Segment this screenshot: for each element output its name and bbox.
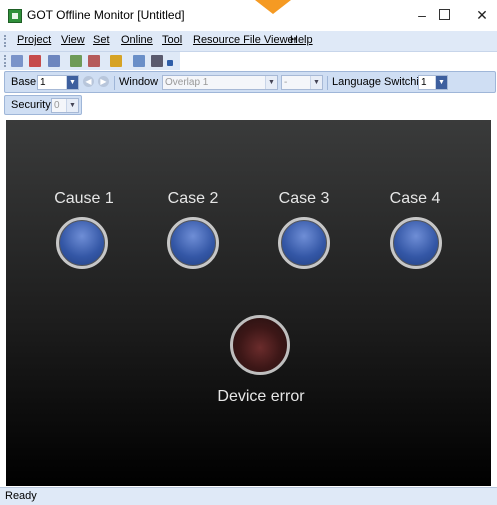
orange-arrow-marker <box>255 0 291 14</box>
toolbar-separator <box>114 76 115 90</box>
security-toolbar: Security 0 ▼ <box>4 95 82 115</box>
base-select[interactable]: 1 ▼ <box>37 75 79 90</box>
toolbar-separator <box>327 76 328 90</box>
window-sub-value: - <box>284 77 288 88</box>
icon-toolbar <box>0 52 180 70</box>
close-button[interactable]: ✕ <box>460 0 497 31</box>
capture-icon[interactable] <box>133 55 145 67</box>
chevron-down-icon: ▼ <box>435 76 447 89</box>
app-icon[interactable] <box>8 9 22 23</box>
base-value: 1 <box>40 77 46 88</box>
indicator-lamp-cause-1[interactable] <box>56 217 108 269</box>
screen-stop-icon[interactable] <box>29 55 41 67</box>
monitor-screen: Cause 1 Case 2 Case 3 Case 4 Device erro… <box>6 120 491 486</box>
indicator-lamp-case-2[interactable] <box>167 217 219 269</box>
language-switching-select[interactable]: 1 ▼ <box>418 75 448 90</box>
chevron-down-icon: ▼ <box>66 99 78 112</box>
indicator-label-case-4: Case 4 <box>389 190 441 207</box>
menu-item-project[interactable]: Project <box>17 34 51 46</box>
toolbar-options-icon[interactable] <box>167 60 173 66</box>
window-select[interactable]: Overlap 1 ▼ <box>162 75 278 90</box>
maximize-icon <box>438 9 450 20</box>
menu-item-set[interactable]: Set <box>93 34 110 46</box>
indicator-label-cause-1: Cause 1 <box>54 190 114 207</box>
device-error-lamp[interactable] <box>230 315 290 375</box>
base-label: Base <box>11 76 37 88</box>
forward-icon[interactable]: ▶ <box>98 76 109 87</box>
security-value: 0 <box>54 100 60 111</box>
menu-item-help[interactable]: Help <box>290 34 313 46</box>
chevron-down-icon: ▼ <box>265 76 277 89</box>
close-icon: ✕ <box>476 7 488 23</box>
menu-item-resource-file-viewer[interactable]: Resource File Viewer <box>193 34 297 46</box>
language-value: 1 <box>421 77 427 88</box>
window-value: Overlap 1 <box>165 77 209 88</box>
menu-item-view[interactable]: View <box>61 34 85 46</box>
indicator-label-case-2: Case 2 <box>167 190 219 207</box>
language-switching-label: Language Switching <box>332 76 432 88</box>
menu-grip-handle[interactable] <box>4 35 8 47</box>
security-select[interactable]: 0 ▼ <box>51 98 79 113</box>
device-error-label: Device error <box>217 388 305 405</box>
menu-item-online[interactable]: Online <box>121 34 153 46</box>
chevron-down-icon: ▼ <box>310 76 322 89</box>
menu-bar: Project View Set Online Tool Resource Fi… <box>0 31 497 52</box>
window-label: Window <box>119 76 159 88</box>
indicator-label-case-3: Case 3 <box>278 190 330 207</box>
status-bar: Ready <box>0 487 497 505</box>
window-sub-select[interactable]: - ▼ <box>281 75 323 90</box>
indicator-lamp-case-3[interactable] <box>278 217 330 269</box>
toolbar-grip-handle[interactable] <box>4 55 8 67</box>
security-label: Security <box>11 99 51 111</box>
search-screen-icon[interactable] <box>48 55 60 67</box>
chevron-down-icon: ▼ <box>66 76 78 89</box>
compare-icon[interactable] <box>70 55 82 67</box>
status-text: Ready <box>5 490 37 502</box>
keyboard-icon[interactable] <box>151 55 163 67</box>
screen-icon[interactable] <box>11 55 23 67</box>
screen-selection-toolbar: Base 1 ▼ ◀ ▶ Window Overlap 1 ▼ - ▼ Lang… <box>4 71 496 93</box>
title-bar: GOT Offline Monitor [Untitled] – ✕ <box>0 0 497 31</box>
indicator-lamp-case-4[interactable] <box>390 217 442 269</box>
compare-stop-icon[interactable] <box>88 55 100 67</box>
menu-item-tool[interactable]: Tool <box>162 34 182 46</box>
window-title: GOT Offline Monitor [Untitled] <box>27 8 185 22</box>
back-icon[interactable]: ◀ <box>83 76 94 87</box>
script-icon[interactable] <box>110 55 122 67</box>
